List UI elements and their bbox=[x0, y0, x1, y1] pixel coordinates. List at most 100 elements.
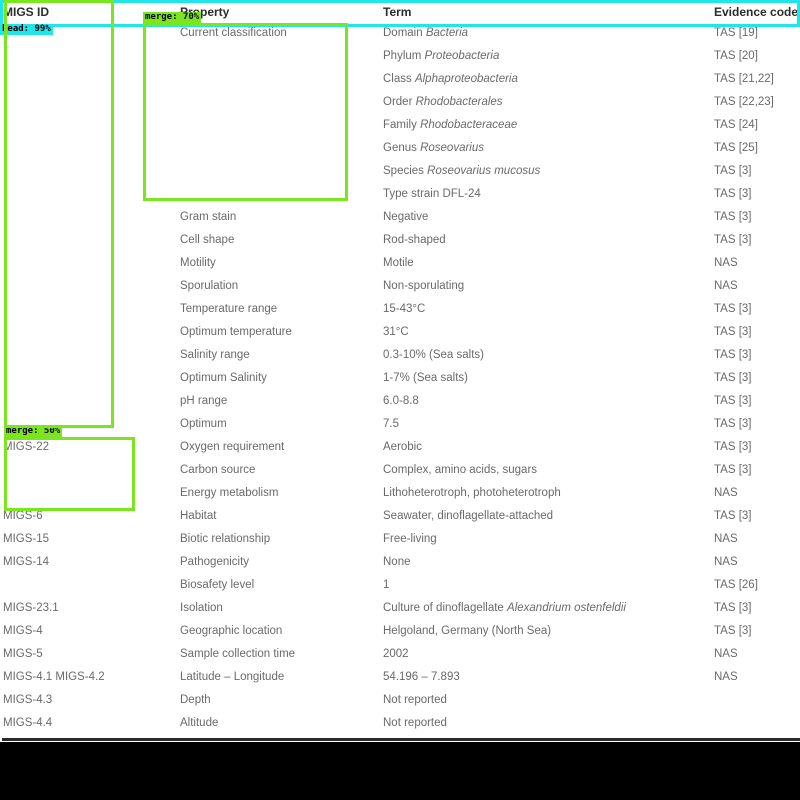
migs-id-cell: MIGS-5 bbox=[3, 648, 43, 660]
property-cell: Biosafety level bbox=[180, 579, 255, 591]
evidence-code-cell: TAS [3] bbox=[714, 211, 752, 223]
term-cell: Not reported bbox=[383, 694, 447, 706]
term-cell: 15-43°C bbox=[383, 303, 426, 315]
term-cell: 7.5 bbox=[383, 418, 399, 430]
property-cell: Biotic relationship bbox=[180, 533, 271, 545]
evidence-code-cell: TAS [24] bbox=[714, 119, 758, 131]
property-cell: Latitude – Longitude bbox=[180, 671, 285, 683]
evidence-code-cell: TAS [3] bbox=[714, 165, 752, 177]
property-cell: Geographic location bbox=[180, 625, 283, 637]
evidence-code-cell: TAS [3] bbox=[714, 326, 752, 338]
migs-id-cell: MIGS-23.1 bbox=[3, 602, 59, 614]
evidence-code-cell: NAS bbox=[714, 280, 738, 292]
term-cell: Complex, amino acids, sugars bbox=[383, 464, 538, 476]
evidence-code-cell: NAS bbox=[714, 257, 738, 269]
detection-label-merge-70: merge: 70% bbox=[143, 12, 202, 23]
evidence-code-cell: NAS bbox=[714, 556, 738, 568]
property-cell: Energy metabolism bbox=[180, 487, 279, 499]
property-cell: Sample collection time bbox=[180, 648, 296, 660]
term-cell: 1 bbox=[383, 579, 390, 591]
term-cell: 0.3-10% (Sea salts) bbox=[383, 349, 484, 361]
table-row: Species Roseovarius mucosus TAS [3] bbox=[0, 160, 800, 183]
table-row: Motility Motile NAS bbox=[0, 252, 800, 275]
table-row: MIGS-4 Geographic location Helgoland, Germ… bbox=[0, 620, 800, 643]
migs-id-cell: MIGS-4 bbox=[3, 625, 43, 637]
term-cell: Genus Roseovarius bbox=[383, 142, 484, 154]
document-page: MIGS ID Property Term Evidence code Curr… bbox=[0, 0, 800, 742]
evidence-code-cell: TAS [3] bbox=[714, 234, 752, 246]
table-row: Phylum Proteobacteria TAS [20] bbox=[0, 45, 800, 68]
property-cell: Pathogenicity bbox=[180, 556, 250, 568]
table-row: Gram stain Negative TAS [3] bbox=[0, 206, 800, 229]
term-cell: Free-living bbox=[383, 533, 437, 545]
property-cell: Optimum bbox=[180, 418, 227, 430]
term-cell: Type strain DFL-24 bbox=[383, 188, 481, 200]
property-cell: Optimum Salinity bbox=[180, 372, 267, 384]
evidence-code-cell: NAS bbox=[714, 648, 738, 660]
property-cell: Salinity range bbox=[180, 349, 250, 361]
evidence-code-cell: TAS [20] bbox=[714, 50, 758, 62]
table-row: Salinity range 0.3-10% (Sea salts) TAS [3] bbox=[0, 344, 800, 367]
term-cell: Class Alphaproteobacteria bbox=[383, 73, 518, 85]
evidence-code-cell: TAS [3] bbox=[714, 395, 752, 407]
property-cell: Isolation bbox=[180, 602, 223, 614]
term-cell: 6.0-8.8 bbox=[383, 395, 419, 407]
table-row: MIGS-4.3 Depth Not reported bbox=[0, 689, 800, 712]
term-cell: Helgoland, Germany (North Sea) bbox=[383, 625, 552, 637]
evidence-code-cell: TAS [3] bbox=[714, 349, 752, 361]
property-cell: Motility bbox=[180, 257, 216, 269]
table-row: Biosafety level 1 TAS [26] bbox=[0, 574, 800, 597]
evidence-code-cell: TAS [25] bbox=[714, 142, 758, 154]
table-row: Family Rhodobacteraceae TAS [24] bbox=[0, 114, 800, 137]
migs-id-cell: MIGS-14 bbox=[3, 556, 50, 568]
evidence-code-cell: NAS bbox=[714, 487, 738, 499]
table-row: MIGS-23.1 Isolation Culture of dinoflagell… bbox=[0, 597, 800, 620]
detection-box-head bbox=[0, 0, 800, 27]
term-cell: 54.196 – 7.893 bbox=[383, 671, 460, 683]
migs-id-cell: MIGS-4.4 bbox=[3, 717, 53, 729]
property-cell: Sporulation bbox=[180, 280, 239, 292]
term-cell: None bbox=[383, 556, 411, 568]
migs-id-cell: MIGS-15 bbox=[3, 533, 50, 545]
term-cell: Family Rhodobacteraceae bbox=[383, 119, 518, 131]
evidence-code-cell: TAS [3] bbox=[714, 372, 752, 384]
table-row: Optimum 7.5 TAS [3] bbox=[0, 413, 800, 436]
term-cell: Motile bbox=[383, 257, 414, 269]
table-row: Type strain DFL-24 TAS [3] bbox=[0, 183, 800, 206]
term-cell: Species Roseovarius mucosus bbox=[383, 165, 541, 177]
term-cell: 2002 bbox=[383, 648, 409, 660]
evidence-code-cell: NAS bbox=[714, 671, 738, 683]
term-cell: Lithoheterotroph, photoheterotroph bbox=[383, 487, 561, 499]
term-cell: Negative bbox=[383, 211, 429, 223]
table-row: pH range 6.0-8.8 TAS [3] bbox=[0, 390, 800, 413]
evidence-code-cell: TAS [3] bbox=[714, 464, 752, 476]
table-row: Class Alphaproteobacteria TAS [21,22] bbox=[0, 68, 800, 91]
migs-id-cell: MIGS-4.1 MIGS-4.2 bbox=[3, 671, 105, 683]
term-cell: Not reported bbox=[383, 717, 447, 729]
property-cell: Habitat bbox=[180, 510, 217, 522]
term-cell: 1-7% (Sea salts) bbox=[383, 372, 469, 384]
table-row: Sporulation Non-sporulating NAS bbox=[0, 275, 800, 298]
term-cell: Seawater, dinoflagellate-attached bbox=[383, 510, 554, 522]
table-row: Optimum temperature 31°C TAS [3] bbox=[0, 321, 800, 344]
evidence-code-cell: TAS [3] bbox=[714, 510, 752, 522]
property-cell: Altitude bbox=[180, 717, 219, 729]
table-row: MIGS-4.4 Altitude Not reported bbox=[0, 712, 800, 735]
property-cell: Carbon source bbox=[180, 464, 256, 476]
evidence-code-cell: NAS bbox=[714, 533, 738, 545]
evidence-code-cell: TAS [3] bbox=[714, 441, 752, 453]
term-cell: Non-sporulating bbox=[383, 280, 465, 292]
detection-box-migs-column bbox=[4, 0, 114, 428]
table-row: Order Rhodobacterales TAS [22,23] bbox=[0, 91, 800, 114]
term-cell: Phylum Proteobacteria bbox=[383, 50, 500, 62]
term-cell: 31°C bbox=[383, 326, 409, 338]
table-bottom-rule bbox=[2, 738, 800, 741]
evidence-code-cell: TAS [21,22] bbox=[714, 73, 774, 85]
property-cell: Depth bbox=[180, 694, 211, 706]
property-cell: Temperature range bbox=[180, 303, 278, 315]
property-cell: Oxygen requirement bbox=[180, 441, 285, 453]
evidence-code-cell: TAS [3] bbox=[714, 602, 752, 614]
detection-box-merge-70 bbox=[143, 23, 348, 201]
migs-id-cell: MIGS-4.3 bbox=[3, 694, 53, 706]
term-cell: Culture of dinoflagellate Alexandrium os… bbox=[383, 602, 626, 614]
